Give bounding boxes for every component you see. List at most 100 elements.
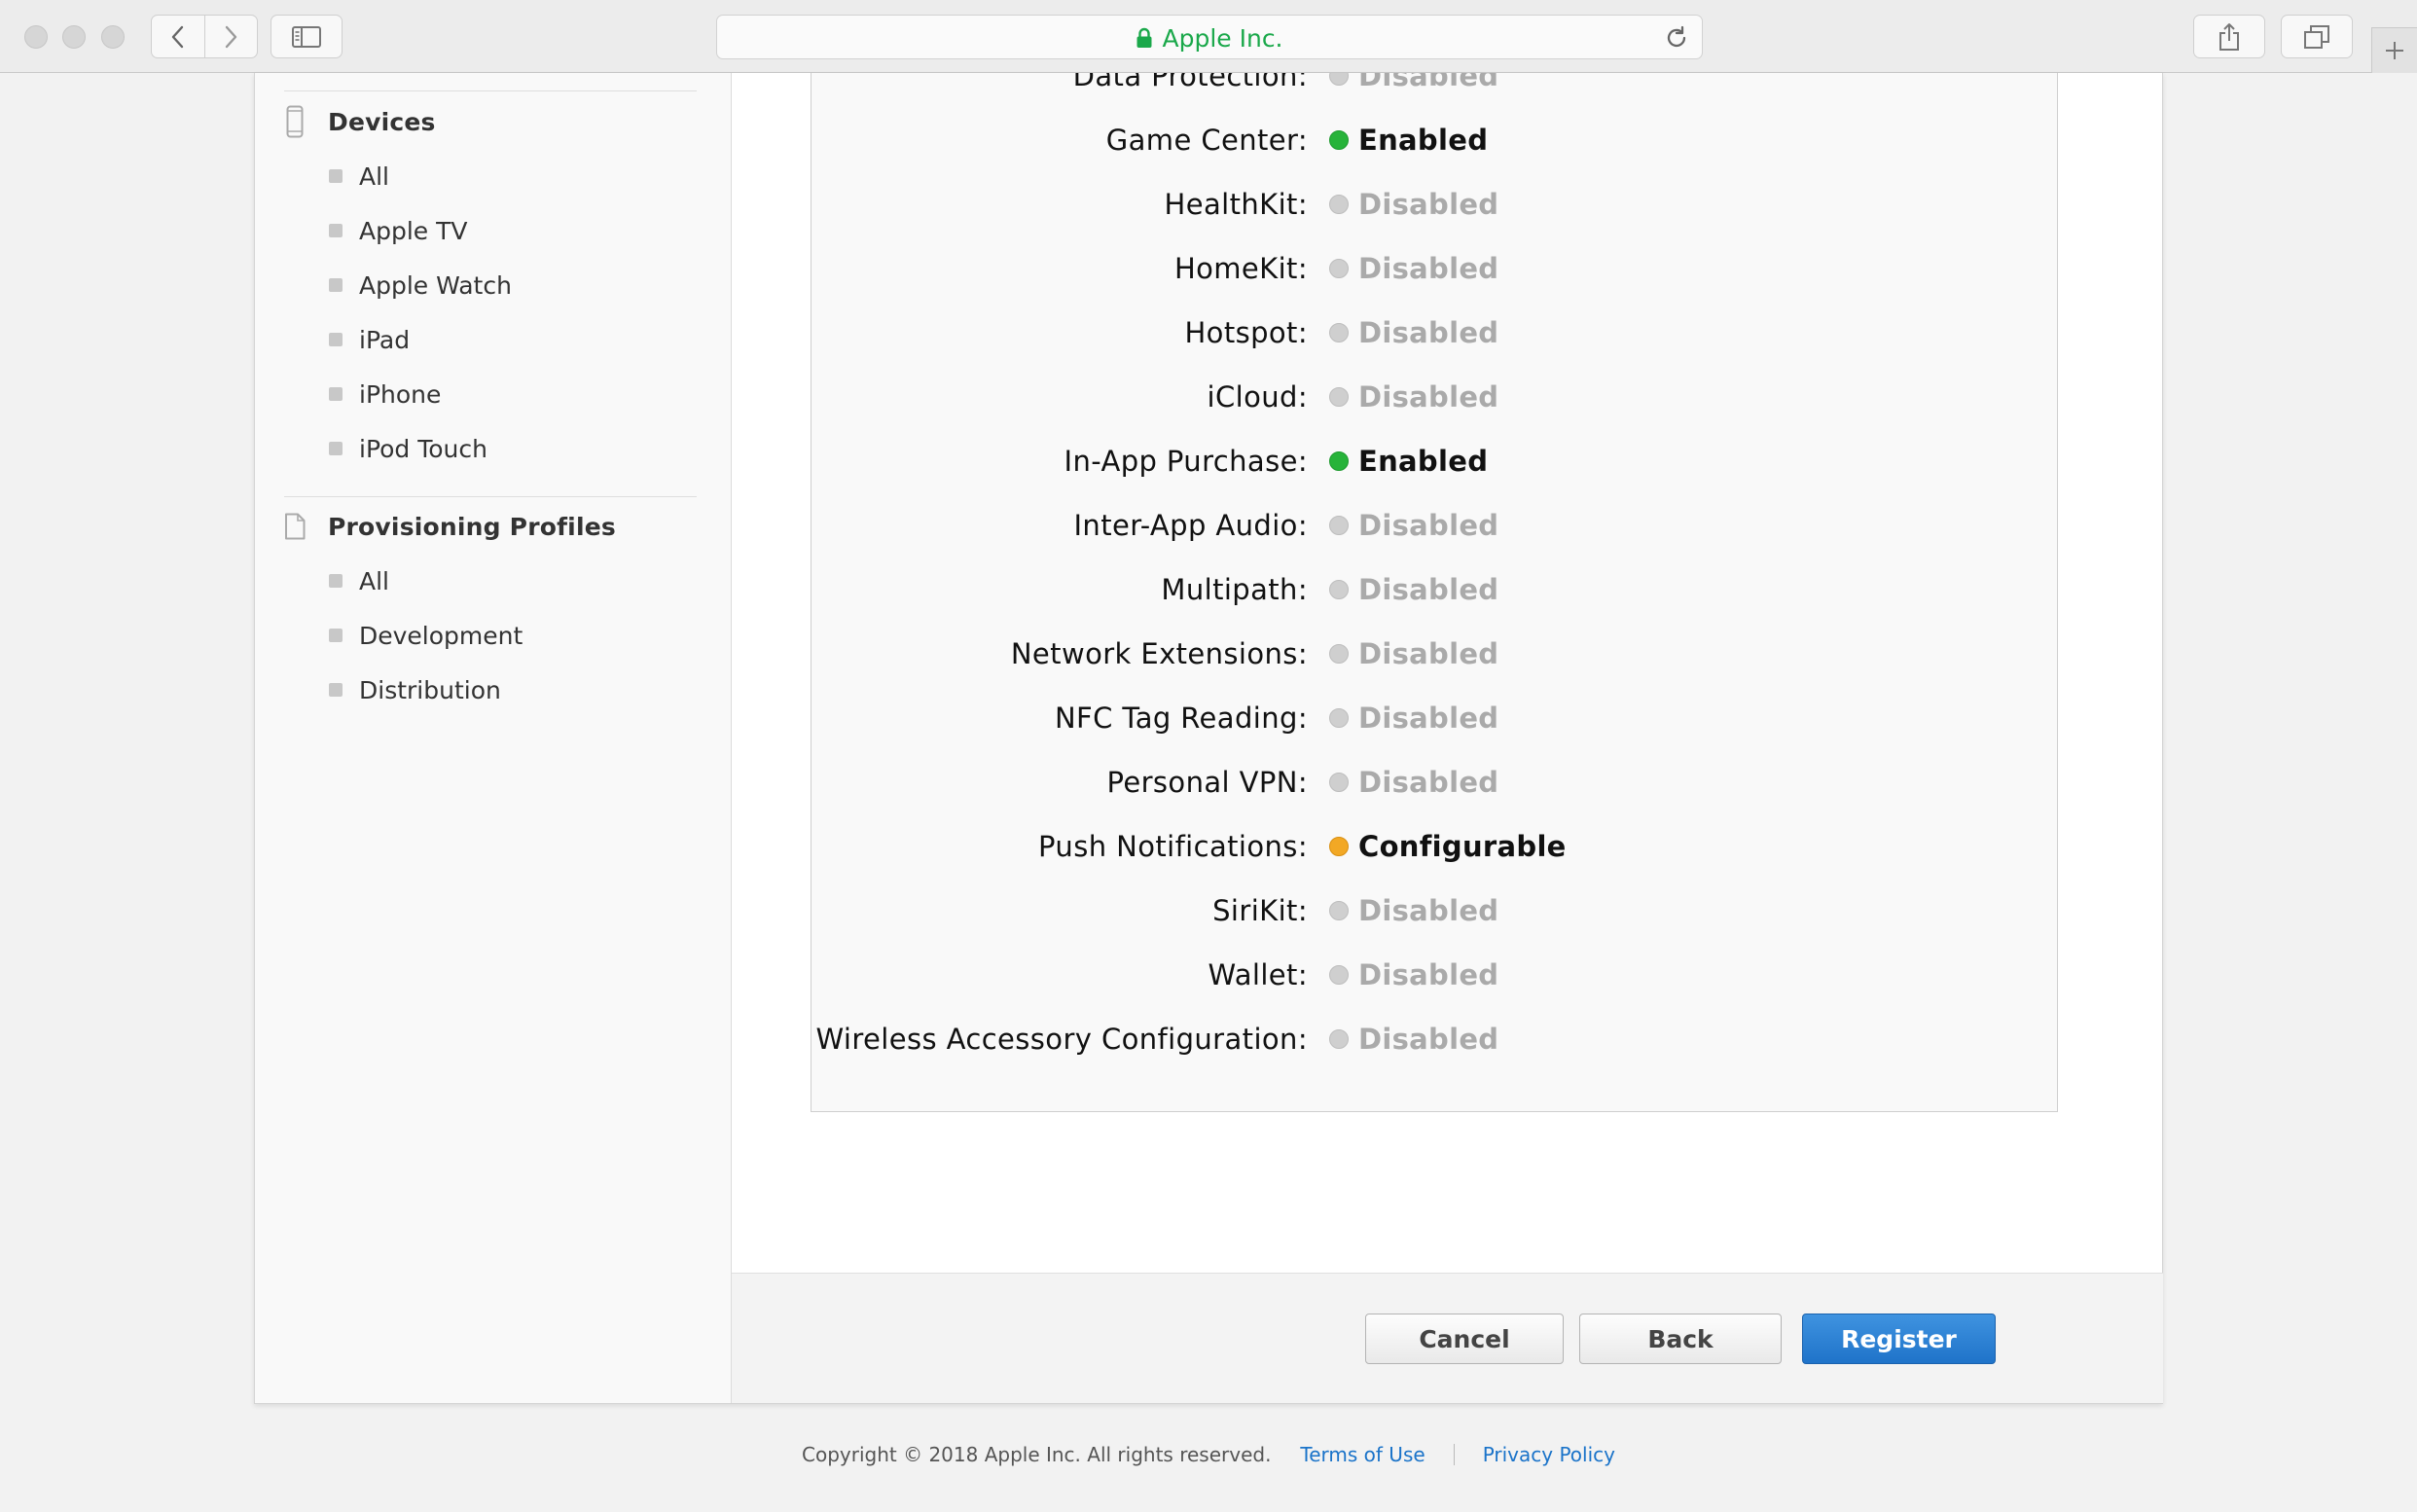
service-row-hotspot: Hotspot: Disabled xyxy=(812,308,2057,357)
new-tab-button[interactable] xyxy=(2371,27,2417,73)
address-url: Apple Inc. xyxy=(717,16,1702,60)
service-status-text: Disabled xyxy=(1358,573,1499,606)
back-button[interactable]: Back xyxy=(1579,1314,1782,1364)
sidebar-section-provisioning-profiles[interactable]: Provisioning Profiles xyxy=(284,507,616,546)
bullet-square-icon xyxy=(329,683,343,697)
service-status-text: Disabled xyxy=(1358,252,1499,285)
service-label: Wallet: xyxy=(1208,958,1308,991)
service-status-text: Enabled xyxy=(1358,124,1489,157)
service-status: Disabled xyxy=(1329,73,1498,100)
status-dot-icon xyxy=(1329,73,1349,86)
terms-of-use-link[interactable]: Terms of Use xyxy=(1300,1443,1425,1466)
app-services-panel: Data Protection: Disabled Game Center: Ena… xyxy=(811,73,2058,1112)
service-status: Disabled xyxy=(1329,501,1498,550)
service-label: Push Notifications: xyxy=(1038,830,1308,863)
zoom-window-button[interactable] xyxy=(101,25,125,49)
sidebar-item-iphone[interactable]: iPhone xyxy=(329,375,441,414)
service-label: iCloud: xyxy=(1207,380,1308,414)
sidebar-item-ipod-touch[interactable]: iPod Touch xyxy=(329,429,487,468)
bullet-square-icon xyxy=(329,278,343,292)
service-status: Disabled xyxy=(1329,1015,1498,1063)
bullet-square-icon xyxy=(329,224,343,237)
service-label: Network Extensions: xyxy=(1010,637,1308,670)
status-dot-icon xyxy=(1329,837,1349,856)
service-label: HealthKit: xyxy=(1164,188,1308,221)
service-status-text: Disabled xyxy=(1358,637,1499,670)
minimize-window-button[interactable] xyxy=(62,25,86,49)
service-row-game-center: Game Center: Enabled xyxy=(812,116,2057,164)
address-bar[interactable]: Apple Inc. xyxy=(716,15,1703,59)
sidebar-item-devices-all[interactable]: All xyxy=(329,157,389,196)
service-status: Disabled xyxy=(1329,630,1498,678)
back-nav-button[interactable] xyxy=(152,16,204,57)
status-dot-icon xyxy=(1329,580,1349,599)
sidebar: Devices All Apple TV Apple Watch iPad iP… xyxy=(255,73,732,1403)
status-dot-icon xyxy=(1329,708,1349,728)
page-card: Devices All Apple TV Apple Watch iPad iP… xyxy=(254,73,2163,1404)
sidebar-section-title: Devices xyxy=(328,107,436,136)
service-status: Disabled xyxy=(1329,694,1498,742)
service-label: Wireless Accessory Configuration: xyxy=(815,1023,1308,1056)
service-row-icloud: iCloud: Disabled xyxy=(812,373,2057,421)
service-row-in-app-purchase: In-App Purchase: Enabled xyxy=(812,437,2057,486)
service-status-text: Disabled xyxy=(1358,958,1499,991)
cancel-button[interactable]: Cancel xyxy=(1365,1314,1564,1364)
status-dot-icon xyxy=(1329,323,1349,342)
privacy-policy-link[interactable]: Privacy Policy xyxy=(1483,1443,1615,1466)
sidebar-item-distribution[interactable]: Distribution xyxy=(329,670,501,709)
address-text: Apple Inc. xyxy=(1162,23,1283,53)
service-row-sirikit: SiriKit: Disabled xyxy=(812,886,2057,935)
status-dot-icon xyxy=(1329,965,1349,985)
service-status-text: Configurable xyxy=(1358,830,1567,863)
service-label: Hotspot: xyxy=(1184,316,1308,349)
service-row-multipath: Multipath: Disabled xyxy=(812,565,2057,614)
bullet-square-icon xyxy=(329,169,343,183)
chevron-left-icon xyxy=(171,25,184,48)
service-status: Disabled xyxy=(1329,244,1498,293)
service-status-text: Disabled xyxy=(1358,188,1499,221)
register-button[interactable]: Register xyxy=(1802,1314,1996,1364)
service-status: Enabled xyxy=(1329,437,1488,486)
service-status: Enabled xyxy=(1329,116,1488,164)
sidebar-item-development[interactable]: Development xyxy=(329,616,523,655)
service-status-text: Disabled xyxy=(1358,766,1499,799)
reload-icon[interactable] xyxy=(1663,24,1690,52)
copyright-text: Copyright © 2018 Apple Inc. All rights r… xyxy=(802,1443,1272,1466)
sidebar-toggle-button[interactable] xyxy=(271,15,343,58)
sidebar-item-label: Apple TV xyxy=(359,216,468,245)
sidebar-item-apple-tv[interactable]: Apple TV xyxy=(329,211,468,250)
service-label: Inter-App Audio: xyxy=(1073,509,1308,542)
sidebar-item-profiles-all[interactable]: All xyxy=(329,561,389,600)
tab-overview-button[interactable] xyxy=(2281,15,2353,58)
service-status-text: Disabled xyxy=(1358,702,1499,735)
service-status-text: Disabled xyxy=(1358,1023,1499,1056)
service-row-healthkit: HealthKit: Disabled xyxy=(812,180,2057,229)
device-phone-icon xyxy=(284,105,306,138)
service-status: Disabled xyxy=(1329,308,1498,357)
service-label: HomeKit: xyxy=(1173,252,1308,285)
sidebar-item-apple-watch[interactable]: Apple Watch xyxy=(329,266,512,305)
service-status: Disabled xyxy=(1329,565,1498,614)
site-footer: Copyright © 2018 Apple Inc. All rights r… xyxy=(0,1437,2417,1472)
service-status: Disabled xyxy=(1329,758,1498,807)
status-dot-icon xyxy=(1329,130,1349,150)
close-window-button[interactable] xyxy=(24,25,48,49)
service-status-text: Disabled xyxy=(1358,380,1499,414)
lock-icon xyxy=(1136,27,1152,48)
sidebar-icon xyxy=(292,25,321,48)
sidebar-item-ipad[interactable]: iPad xyxy=(329,320,410,359)
service-status: Disabled xyxy=(1329,180,1498,229)
forward-nav-button[interactable] xyxy=(203,16,257,57)
status-dot-icon xyxy=(1329,1029,1349,1049)
service-row-wireless-accessory-configuration: Wireless Accessory Configuration: Disable… xyxy=(812,1015,2057,1063)
service-status: Disabled xyxy=(1329,951,1498,999)
sidebar-section-devices[interactable]: Devices xyxy=(284,102,436,141)
service-status: Configurable xyxy=(1329,822,1567,871)
plus-icon xyxy=(2386,42,2403,59)
bullet-square-icon xyxy=(329,629,343,642)
share-button[interactable] xyxy=(2193,15,2265,58)
sidebar-item-label: All xyxy=(359,162,389,191)
sidebar-divider xyxy=(284,90,697,91)
service-label: Data Protection: xyxy=(1072,73,1308,92)
service-status: Disabled xyxy=(1329,373,1498,421)
